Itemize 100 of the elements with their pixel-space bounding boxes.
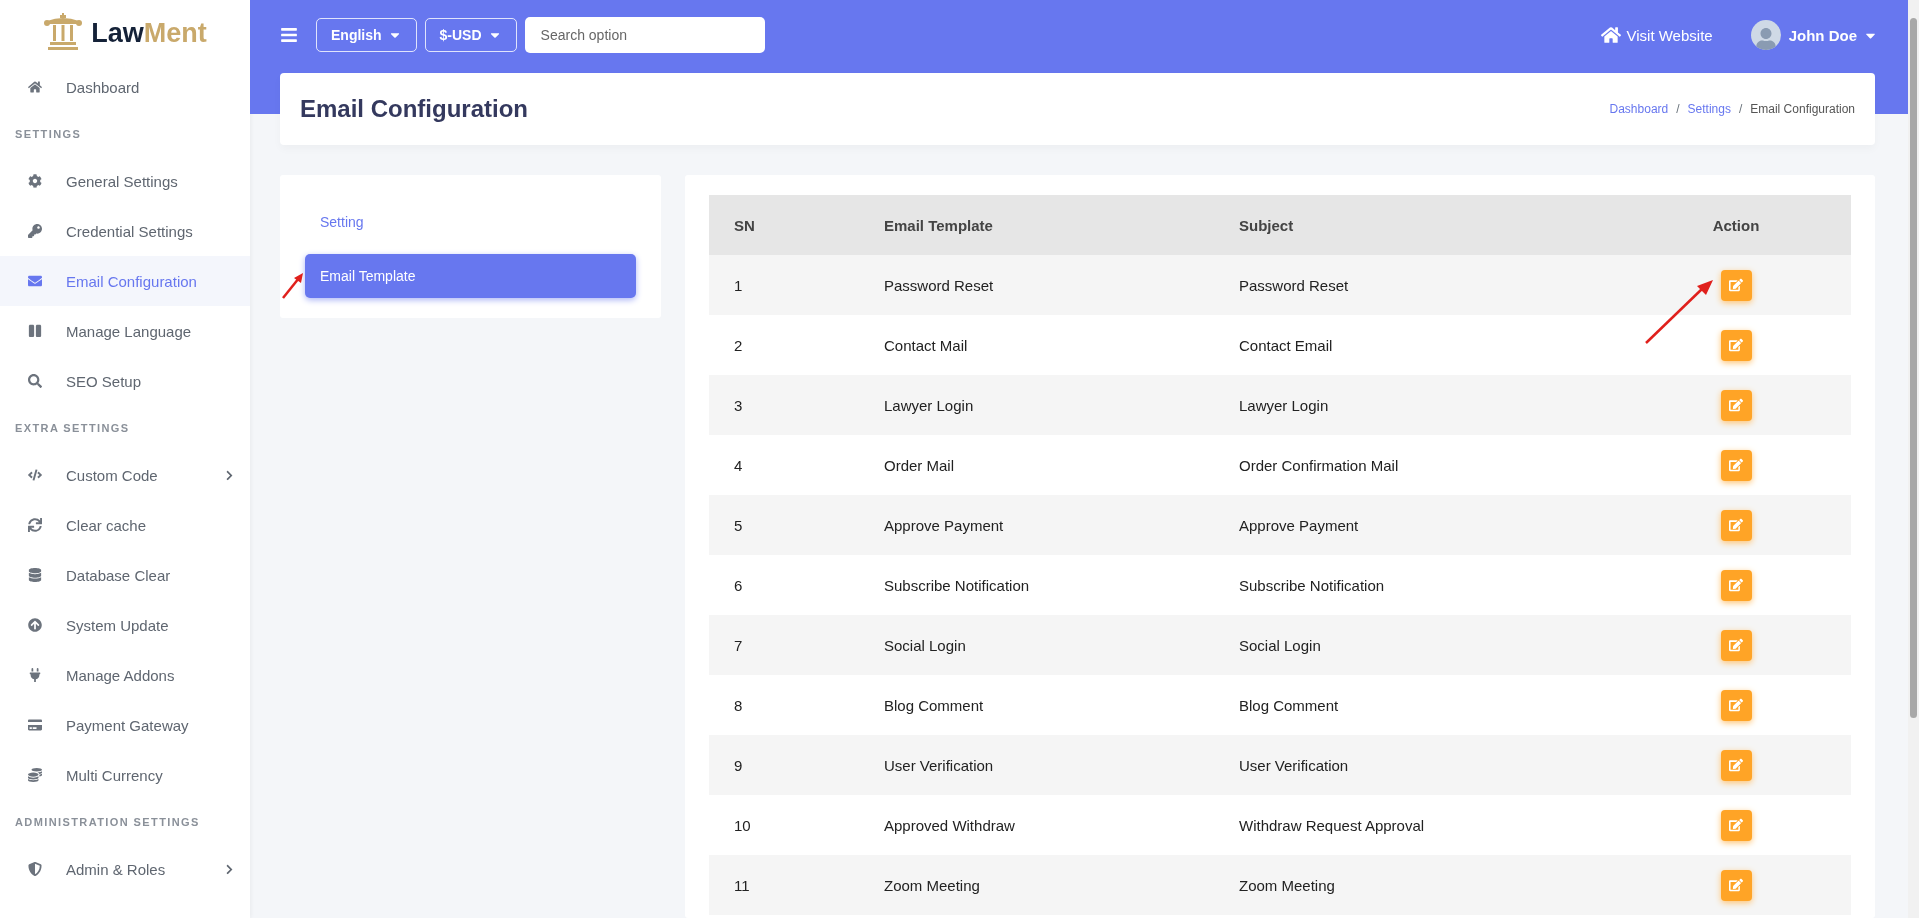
table-cell: Order Mail bbox=[859, 435, 1214, 495]
plug-icon bbox=[28, 668, 42, 682]
scrollbar[interactable] bbox=[1908, 0, 1919, 918]
breadcrumb-separator: / bbox=[1676, 102, 1680, 116]
sidebar-item[interactable]: System Update bbox=[0, 600, 250, 650]
table-cell: 3 bbox=[709, 375, 859, 435]
gear-icon bbox=[28, 174, 42, 188]
edit-button[interactable] bbox=[1720, 569, 1752, 601]
user-menu[interactable]: John Doe bbox=[1788, 26, 1878, 44]
table-cell: Contact Mail bbox=[859, 315, 1214, 375]
column-header: Action bbox=[1621, 195, 1851, 255]
table-cell: Approve Payment bbox=[1214, 495, 1621, 555]
table-cell: User Verification bbox=[1214, 735, 1621, 795]
sidebar-item[interactable]: Clear cache bbox=[0, 500, 250, 550]
sidebar-item[interactable]: Credential Settings bbox=[0, 206, 250, 256]
shield-icon bbox=[28, 862, 42, 876]
code-icon bbox=[28, 468, 42, 482]
table-cell: 8 bbox=[709, 675, 859, 735]
edit-button[interactable] bbox=[1720, 629, 1752, 661]
edit-icon bbox=[1729, 758, 1743, 772]
language-dropdown[interactable]: English bbox=[316, 18, 417, 52]
edit-button[interactable] bbox=[1720, 509, 1752, 541]
table-cell: 1 bbox=[709, 255, 859, 315]
edit-icon bbox=[1729, 878, 1743, 892]
edit-button[interactable] bbox=[1720, 809, 1752, 841]
column-header: Subject bbox=[1214, 195, 1621, 255]
logo-icon bbox=[43, 13, 84, 53]
sidebar-heading: EXTRA SETTINGS bbox=[14, 421, 131, 436]
envelope-icon bbox=[28, 274, 42, 288]
edit-icon bbox=[1729, 578, 1743, 592]
sidebar-heading: ADMINISTRATION SETTINGS bbox=[14, 815, 201, 830]
edit-button[interactable] bbox=[1720, 749, 1752, 781]
table-cell: 7 bbox=[709, 615, 859, 675]
table-cell: 11 bbox=[709, 855, 859, 915]
table-cell: 5 bbox=[709, 495, 859, 555]
table-cell: Lawyer Login bbox=[1214, 375, 1621, 435]
table-cell: Zoom Meeting bbox=[859, 855, 1214, 915]
edit-button[interactable] bbox=[1720, 689, 1752, 721]
sidebar-item[interactable]: Manage Addons bbox=[0, 650, 250, 700]
tab[interactable]: Setting bbox=[305, 200, 636, 244]
table-cell: Approved Withdraw bbox=[859, 795, 1214, 855]
edit-icon bbox=[1729, 698, 1743, 712]
sidebar-item[interactable]: Payment Gateway bbox=[0, 700, 250, 750]
table-cell: Subscribe Notification bbox=[859, 555, 1214, 615]
current-page-label: Email Configuration bbox=[1750, 102, 1855, 116]
page-title: Email Configuration bbox=[300, 95, 528, 123]
key-icon bbox=[28, 224, 42, 238]
chevron-icon bbox=[224, 863, 235, 875]
coins-icon bbox=[28, 768, 42, 782]
edit-icon bbox=[1729, 818, 1743, 832]
edit-button[interactable] bbox=[1720, 389, 1752, 421]
refresh-icon bbox=[28, 518, 42, 532]
table-cell: Social Login bbox=[1214, 615, 1621, 675]
table-cell: Password Reset bbox=[859, 255, 1214, 315]
currency-dropdown[interactable]: $-USD bbox=[424, 18, 517, 52]
table-cell: Blog Comment bbox=[859, 675, 1214, 735]
sidebar-item[interactable]: Dashboard bbox=[0, 62, 250, 112]
home-icon bbox=[28, 80, 42, 94]
table-cell: Blog Comment bbox=[1214, 675, 1621, 735]
edit-button[interactable] bbox=[1720, 269, 1752, 301]
table-cell: 4 bbox=[709, 435, 859, 495]
breadcrumb-separator: / bbox=[1738, 102, 1743, 116]
annotation-arrow bbox=[282, 273, 304, 299]
table-cell: Social Login bbox=[859, 615, 1214, 675]
table-cell: Contact Email bbox=[1214, 315, 1621, 375]
edit-button[interactable] bbox=[1720, 449, 1752, 481]
table-cell: Zoom Meeting bbox=[1214, 855, 1621, 915]
breadcrumb-link[interactable]: Settings bbox=[1687, 102, 1731, 116]
table-cell: Order Confirmation Mail bbox=[1214, 435, 1621, 495]
edit-button[interactable] bbox=[1720, 329, 1752, 361]
table-cell: User Verification bbox=[859, 735, 1214, 795]
table-cell: Lawyer Login bbox=[859, 375, 1214, 435]
sidebar-item[interactable]: Multi Currency bbox=[0, 750, 250, 800]
breadcrumb-link[interactable]: Dashboard bbox=[1609, 102, 1669, 116]
sidebar-heading: SETTINGS bbox=[14, 127, 83, 142]
menu-button[interactable] bbox=[280, 25, 300, 45]
visit-website-link[interactable]: Visit Website bbox=[1600, 25, 1713, 45]
sidebar-item[interactable]: Database Clear bbox=[0, 550, 250, 600]
sidebar-item[interactable]: SEO Setup bbox=[0, 356, 250, 406]
logo-text: LawMent bbox=[91, 17, 207, 49]
tab[interactable]: Email Template bbox=[305, 254, 636, 298]
sidebar-item[interactable]: Admin & Roles bbox=[0, 844, 250, 894]
search-icon bbox=[28, 374, 42, 388]
sidebar-item[interactable]: General Settings bbox=[0, 156, 250, 206]
twin-blocks-icon bbox=[28, 324, 42, 338]
edit-icon bbox=[1729, 338, 1743, 352]
table-cell: 6 bbox=[709, 555, 859, 615]
edit-button[interactable] bbox=[1720, 869, 1752, 901]
sidebar-item[interactable]: Custom Code bbox=[0, 450, 250, 500]
upload-icon bbox=[28, 618, 42, 632]
table-cell: 2 bbox=[709, 315, 859, 375]
column-header: Email Template bbox=[859, 195, 1214, 255]
table-cell: Approve Payment bbox=[859, 495, 1214, 555]
sidebar-item[interactable]: Email Configuration bbox=[0, 256, 250, 306]
credit-card-icon bbox=[28, 718, 42, 732]
table-cell: 9 bbox=[709, 735, 859, 795]
home-icon bbox=[1600, 25, 1621, 45]
search-field[interactable]: Search option bbox=[524, 17, 765, 53]
edit-icon bbox=[1729, 518, 1743, 532]
sidebar-item[interactable]: Manage Language bbox=[0, 306, 250, 356]
